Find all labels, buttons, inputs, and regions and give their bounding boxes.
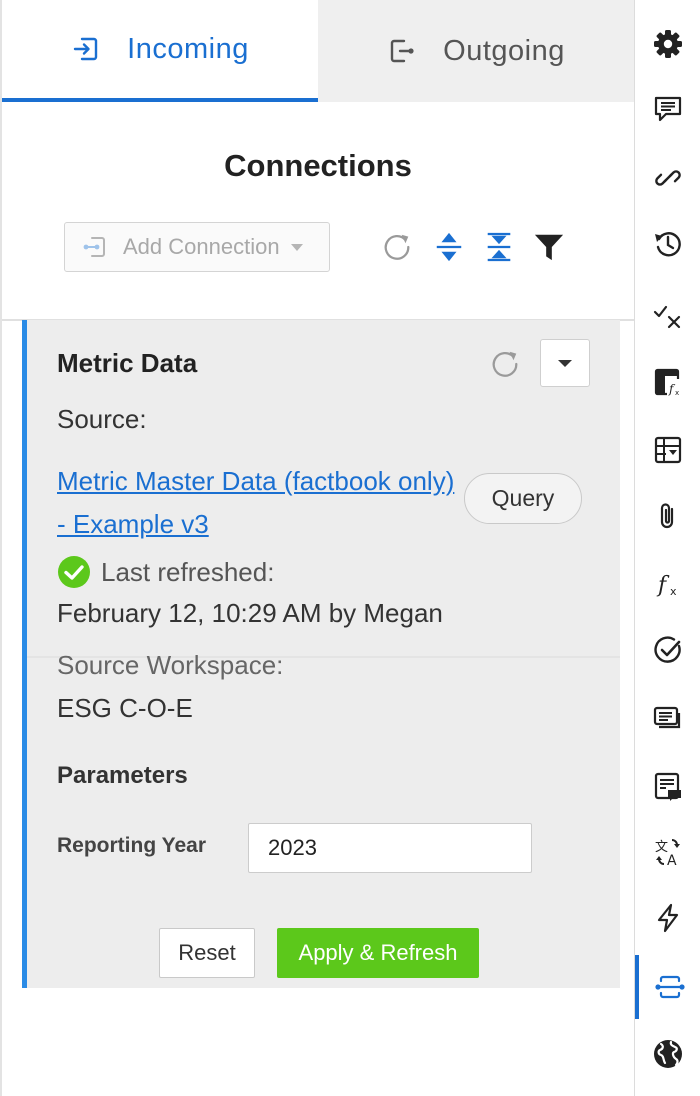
expand-all-icon[interactable] bbox=[432, 230, 466, 264]
notes-icon[interactable] bbox=[635, 754, 700, 818]
filter-icon[interactable] bbox=[532, 230, 566, 264]
function-icon[interactable]: f x bbox=[635, 552, 700, 616]
apply-refresh-button[interactable]: Apply & Refresh bbox=[277, 928, 479, 978]
settings-icon[interactable] bbox=[635, 12, 700, 76]
add-connection-dropdown[interactable]: Add Connection bbox=[64, 222, 330, 272]
collapse-all-icon[interactable] bbox=[482, 230, 516, 264]
reset-button[interactable]: Reset bbox=[159, 928, 255, 978]
cards-icon[interactable] bbox=[635, 686, 700, 750]
right-sidebar: f x f x 文 A bbox=[634, 0, 700, 1096]
chevron-down-icon bbox=[557, 355, 573, 371]
last-refreshed-label: Last refreshed: bbox=[101, 556, 275, 587]
last-refreshed-value: February 12, 10:29 AM by Megan bbox=[57, 598, 443, 628]
tab-outgoing-label: Outgoing bbox=[443, 34, 565, 67]
card-menu-button[interactable] bbox=[540, 339, 590, 387]
connection-name: Metric Data bbox=[57, 348, 198, 378]
check-x-icon[interactable] bbox=[635, 284, 700, 348]
connection-card: Metric Data Source: Metric Master Data (… bbox=[22, 320, 620, 988]
refresh-icon[interactable] bbox=[380, 230, 414, 264]
globe-icon[interactable] bbox=[635, 1022, 700, 1086]
source-workspace-label: Source Workspace: bbox=[57, 650, 284, 680]
add-connection-label: Add Connection bbox=[123, 234, 280, 259]
source-label: Source: bbox=[57, 404, 147, 434]
check-circle-icon bbox=[57, 555, 91, 589]
comments-icon[interactable] bbox=[635, 77, 700, 141]
translate-icon[interactable]: 文 A bbox=[635, 820, 700, 884]
approval-icon[interactable] bbox=[635, 618, 700, 682]
svg-text:x: x bbox=[675, 389, 679, 397]
attachment-icon[interactable] bbox=[635, 484, 700, 548]
add-connection-icon bbox=[81, 233, 109, 261]
connections-toolbar: Add Connection bbox=[64, 222, 584, 272]
reporting-year-input[interactable] bbox=[248, 823, 532, 873]
svg-text:A: A bbox=[667, 853, 677, 868]
tab-incoming-label: Incoming bbox=[127, 32, 249, 65]
app: Incoming Outgoing Connections Add Connec… bbox=[0, 0, 700, 1096]
outgoing-icon bbox=[387, 36, 417, 66]
table-dropdown-icon[interactable] bbox=[635, 418, 700, 482]
page-title: Connections bbox=[224, 148, 412, 183]
query-button[interactable]: Query bbox=[464, 473, 582, 524]
source-workspace-value: ESG C-O-E bbox=[57, 693, 193, 723]
tab-outgoing[interactable]: Outgoing bbox=[318, 0, 634, 102]
svg-text:f: f bbox=[656, 573, 670, 598]
connections-icon[interactable] bbox=[635, 955, 700, 1019]
source-link[interactable]: Metric Master Data (factbook only) - Exa… bbox=[57, 460, 457, 546]
tab-incoming[interactable]: Incoming bbox=[2, 0, 318, 102]
parameters-title: Parameters bbox=[57, 762, 188, 789]
link-icon[interactable] bbox=[635, 146, 700, 210]
history-icon[interactable] bbox=[635, 212, 700, 276]
formula-table-icon[interactable]: f x bbox=[635, 350, 700, 414]
connections-panel: Incoming Outgoing Connections Add Connec… bbox=[0, 0, 634, 1096]
lightning-icon[interactable] bbox=[635, 886, 700, 950]
card-refresh-icon[interactable] bbox=[487, 346, 523, 382]
last-refreshed-row: Last refreshed: bbox=[57, 555, 274, 589]
tab-bar: Incoming Outgoing bbox=[2, 0, 634, 102]
incoming-icon bbox=[71, 34, 101, 64]
svg-text:x: x bbox=[670, 585, 677, 598]
parameter-label-reporting-year: Reporting Year bbox=[57, 834, 206, 857]
chevron-down-icon bbox=[290, 240, 304, 254]
